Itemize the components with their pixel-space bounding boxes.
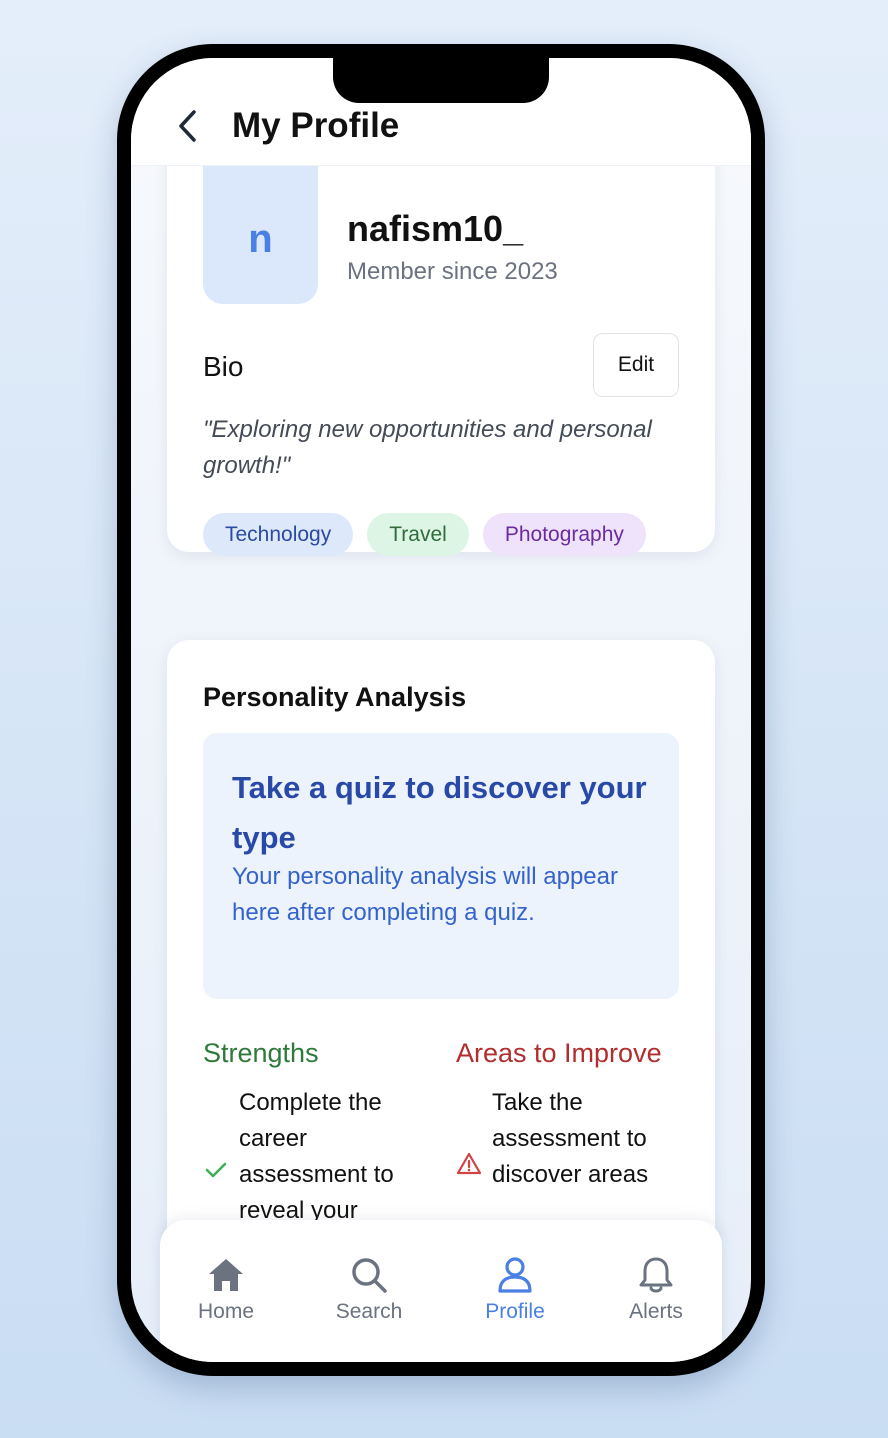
bottom-tab-bar: Home Search Profile Alerts	[160, 1220, 722, 1362]
phone-screen: My Profile n nafism10_ Member since 2023…	[131, 58, 751, 1362]
edit-bio-button[interactable]: Edit	[593, 333, 679, 397]
chevron-left-icon	[179, 110, 196, 142]
tab-home[interactable]: Home	[171, 1242, 281, 1342]
tab-home-label: Home	[197, 1300, 255, 1323]
quiz-description: Your personality analysis will appear he…	[232, 863, 618, 926]
tab-profile-label: Profile	[485, 1300, 545, 1323]
user-icon	[498, 1257, 532, 1293]
tag-photography[interactable]: Photography	[482, 513, 646, 556]
avatar: n	[203, 164, 318, 304]
strength-item-text: Complete the career assessment to reveal…	[239, 1089, 394, 1224]
warning-icon	[456, 1152, 482, 1175]
improve-section: Areas to Improve Take the assessment to …	[456, 1032, 676, 1193]
search-icon	[352, 1258, 387, 1293]
improve-item: Take the assessment to discover areas	[456, 1085, 676, 1193]
improve-item-text: Take the assessment to discover areas	[492, 1089, 649, 1188]
back-button[interactable]	[173, 108, 203, 144]
bell-icon	[639, 1257, 673, 1293]
quiz-title: Take a quiz to discover your type	[232, 770, 647, 855]
tab-alerts-label: Alerts	[629, 1300, 683, 1323]
tag-travel[interactable]: Travel	[367, 513, 469, 556]
strengths-title: Strengths	[203, 1038, 319, 1068]
notch	[333, 58, 549, 103]
tab-alerts[interactable]: Alerts	[601, 1242, 711, 1342]
profile-card: n nafism10_ Member since 2023 Bio Edit "…	[167, 98, 715, 556]
strength-item: Complete the career assessment to reveal…	[203, 1085, 423, 1229]
phone-frame: My Profile n nafism10_ Member since 2023…	[117, 44, 765, 1376]
bio-label: Bio	[203, 351, 244, 382]
member-since: Member since 2023	[347, 258, 558, 285]
quiz-prompt[interactable]: Take a quiz to discover your type Your p…	[203, 733, 679, 999]
strengths-section: Strengths Complete the career assessment…	[203, 1032, 423, 1229]
check-icon	[205, 1162, 227, 1178]
page-title: My Profile	[232, 106, 400, 145]
tag-technology[interactable]: Technology	[203, 513, 354, 556]
username: nafism10_	[347, 208, 524, 249]
tab-profile[interactable]: Profile	[460, 1242, 570, 1342]
improve-title: Areas to Improve	[456, 1038, 662, 1068]
analysis-title: Personality Analysis	[203, 682, 467, 712]
tab-search-label: Search	[335, 1300, 403, 1323]
home-icon	[209, 1259, 243, 1291]
interest-tags: Technology Travel Photography	[203, 513, 646, 556]
tab-search[interactable]: Search	[314, 1242, 424, 1342]
bio-text: "Exploring new opportunities and persona…	[203, 416, 652, 479]
profile-scroll-area[interactable]: n nafism10_ Member since 2023 Bio Edit "…	[131, 58, 751, 1362]
